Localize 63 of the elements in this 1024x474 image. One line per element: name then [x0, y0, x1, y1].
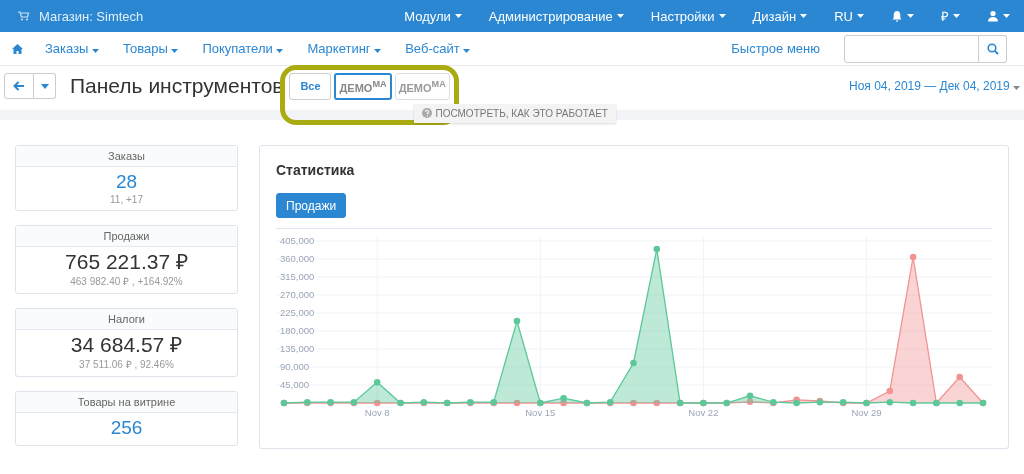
caret-icon [857, 14, 864, 18]
caret-icon [1003, 14, 1010, 18]
caret-icon [616, 14, 624, 18]
quick-menu-link[interactable]: Быстрое меню [731, 41, 820, 56]
stat-title: Заказы [16, 146, 237, 167]
nav-menu[interactable]: Товары [123, 41, 179, 56]
user-icon [987, 10, 999, 22]
back-button[interactable] [4, 73, 34, 99]
search-icon [986, 42, 999, 55]
top-menu[interactable]: Администрирование [488, 8, 624, 24]
caret-icon [92, 49, 100, 53]
top-menu[interactable]: ₽ [941, 7, 960, 25]
stat-value: 34 684.57 ₽ [69, 333, 184, 357]
top-menu[interactable]: Дизайн [752, 8, 808, 24]
page-title: Панель инструментов [70, 74, 284, 98]
nav-menu[interactable]: Заказы [45, 41, 100, 56]
home-icon[interactable] [12, 43, 23, 54]
help-icon [422, 108, 433, 118]
nav-menu[interactable]: Веб-сайт [405, 41, 471, 56]
caret-icon [454, 14, 462, 18]
x-axis-label: Nov 29 [851, 407, 882, 418]
search-field[interactable] [844, 34, 979, 63]
search-button[interactable] [979, 34, 1007, 63]
stat-title: Продажи [16, 226, 237, 247]
caret-icon [463, 49, 471, 53]
stat-detail: 463 982.40 ₽ , +164.92% [69, 275, 184, 288]
caret-icon [800, 14, 808, 18]
stat-value: 28 [114, 170, 139, 194]
nav-menu[interactable]: Покупатели [202, 41, 284, 56]
caret-icon [907, 14, 914, 18]
caret-icon [1013, 86, 1020, 90]
x-axis-label: Nov 15 [525, 407, 556, 418]
caret-icon [276, 49, 284, 53]
caret-icon [718, 14, 726, 18]
date-range-picker[interactable]: Ноя 04, 2019 — Дек 04, 2019 [849, 79, 1020, 93]
top-menu[interactable]: RU [834, 8, 864, 24]
caret-icon [374, 49, 382, 53]
stat-value: 256 [109, 416, 144, 440]
filter-button[interactable]: Все [289, 72, 332, 100]
caret-icon [171, 49, 179, 53]
cart-icon [18, 11, 29, 21]
chart-tab[interactable]: Продажи [276, 193, 347, 218]
top-menu[interactable]: Модули [404, 8, 462, 24]
stat-value: 765 221.37 ₽ [64, 250, 189, 274]
dropdown-button[interactable] [34, 73, 56, 99]
arrow-left-icon [13, 81, 25, 91]
filter-button[interactable]: ДЕМО$^{МА}$ [334, 72, 392, 100]
top-menu[interactable]: Настройки [650, 8, 726, 24]
stat-detail: 11, +17 [109, 194, 144, 205]
caret-icon [953, 14, 960, 18]
bell-icon [891, 10, 903, 22]
panel-title: Статистика [276, 162, 356, 178]
stat-detail: 37 511.06 ₽ , 92.46% [78, 358, 175, 371]
notifications-menu[interactable] [891, 10, 914, 22]
stat-title: Товары на витрине [16, 392, 237, 413]
tooltip-text: ПОСМОТРЕТЬ, КАК ЭТО РАБОТАЕТ [435, 107, 608, 119]
x-axis-label: Nov 22 [688, 407, 719, 418]
caret-icon [40, 83, 49, 89]
nav-menu[interactable]: Маркетинг [307, 41, 382, 56]
store-name: Магазин: Simtech [39, 8, 144, 24]
x-axis-label: Nov 8 [364, 407, 390, 418]
stat-title: Налоги [16, 309, 237, 330]
user-menu[interactable] [987, 10, 1010, 22]
